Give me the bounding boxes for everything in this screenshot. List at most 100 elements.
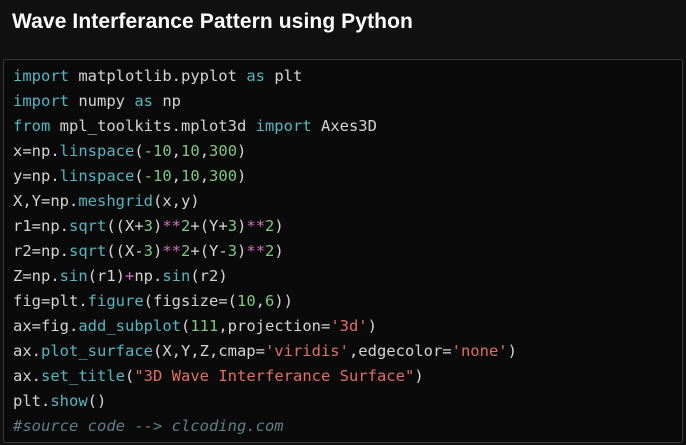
code-token: 3 <box>227 242 238 260</box>
code-token: ( <box>180 317 191 335</box>
code-panel: import matplotlib.pyplot as plt import nu… <box>3 59 683 443</box>
code-token: ) <box>153 217 163 235</box>
code-token: 300 <box>209 167 238 185</box>
code-token: , <box>255 292 265 310</box>
page: Wave Interferance Pattern using Python i… <box>0 0 686 445</box>
code-token: plot_surface <box>41 342 153 360</box>
code-token: ) <box>274 242 284 260</box>
code-token: ) <box>237 242 247 260</box>
code-line: r1=np.sqrt((X+3)**2+(Y+3)**2) <box>13 214 517 239</box>
code-token: 2 <box>265 242 275 260</box>
code-token: figure <box>87 292 144 310</box>
code-line: ax.plot_surface(X,Y,Z,cmap='viridis',edg… <box>13 339 517 364</box>
code-token: 300 <box>209 142 238 160</box>
code-token: () <box>87 392 107 410</box>
code-token: ( <box>134 167 144 185</box>
code-token: , <box>171 167 182 185</box>
code-token: Axes3D <box>311 117 377 135</box>
code-token: , <box>171 142 182 160</box>
code-line: import matplotlib.pyplot as plt <box>13 64 517 89</box>
code-token: ) <box>507 342 517 360</box>
code-token: ( <box>134 142 144 160</box>
code-line: ax.set_title("3D Wave Interferance Surfa… <box>13 364 517 389</box>
code-token: ) <box>237 167 247 185</box>
code-token: ) <box>237 217 247 235</box>
code-token: ax. <box>13 342 41 360</box>
code-token: 3 <box>143 242 153 260</box>
code-token: set_title <box>41 367 125 385</box>
code-token: sin <box>162 267 191 285</box>
code-token: y=np. <box>13 167 60 185</box>
code-token: 'none' <box>451 342 508 360</box>
code-token: np <box>153 92 181 110</box>
code-token: X,Y=np. <box>13 192 79 210</box>
code-line: fig=plt.figure(figsize=(10,6)) <box>13 289 517 314</box>
code-token: , <box>199 167 210 185</box>
code-token: ,projection= <box>218 317 331 335</box>
code-token: ** <box>246 242 266 260</box>
code-token: ) <box>237 142 247 160</box>
code-token: numpy <box>69 92 135 110</box>
code-token: ) <box>153 242 163 260</box>
code-token: np. <box>134 267 163 285</box>
code-line: plt.show() <box>13 389 517 414</box>
code-token: add_subplot <box>78 317 181 335</box>
code-token: (figsize=( <box>143 292 237 310</box>
code-line: X,Y=np.meshgrid(x,y) <box>13 189 517 214</box>
code-token: sqrt <box>69 217 107 235</box>
code-token: ((X+ <box>106 217 144 235</box>
code-token: 10 <box>236 292 256 310</box>
code-token: ) <box>414 367 424 385</box>
code-token: import <box>255 117 312 135</box>
code-token: 3 <box>227 217 238 235</box>
code-token: '3d' <box>330 317 368 335</box>
code-token: sqrt <box>69 242 107 260</box>
page-title: Wave Interferance Pattern using Python <box>12 10 413 33</box>
code-token: meshgrid <box>78 192 153 210</box>
code-token: ) <box>367 317 377 335</box>
code-token: matplotlib.pyplot <box>69 67 247 85</box>
code-token: -10 <box>143 167 172 185</box>
code-token: "3D Wave Interferance Surface" <box>134 367 415 385</box>
code-token: plt. <box>13 392 51 410</box>
code-token: )) <box>274 292 294 310</box>
code-line: import numpy as np <box>13 89 517 114</box>
code-token: (r1) <box>87 267 125 285</box>
code-token: , <box>199 142 210 160</box>
code-token: -10 <box>143 142 172 160</box>
code-line: from mpl_toolkits.mplot3d import Axes3D <box>13 114 517 139</box>
code-token: import <box>13 92 69 110</box>
code-comment: #source code --> clcoding.com <box>13 417 284 435</box>
code-token: 6 <box>265 292 275 310</box>
code-token: ** <box>162 217 182 235</box>
code-token: Z=np. <box>13 267 60 285</box>
code-token: r2=np. <box>13 242 69 260</box>
code-token: linspace <box>59 167 135 185</box>
code-line: ax=fig.add_subplot(111,projection='3d') <box>13 314 517 339</box>
code-token: ( <box>125 367 135 385</box>
code-token: ,edgecolor= <box>348 342 452 360</box>
code-token: sin <box>59 267 88 285</box>
code-line: y=np.linspace(-10,10,300) <box>13 164 517 189</box>
code-token: 111 <box>190 317 219 335</box>
code-token: ((X- <box>106 242 144 260</box>
code-token: (x,y) <box>152 192 200 210</box>
code-token: as <box>246 67 265 85</box>
code-block: import matplotlib.pyplot as plt import nu… <box>13 64 517 439</box>
code-token: import <box>13 67 69 85</box>
code-token: +(Y+ <box>190 217 228 235</box>
code-token: ** <box>246 217 266 235</box>
code-token: r1=np. <box>13 217 69 235</box>
code-token: as <box>134 92 153 110</box>
code-line: Z=np.sin(r1)+np.sin(r2) <box>13 264 517 289</box>
code-token: (X,Y,Z,cmap= <box>152 342 265 360</box>
code-token: 10 <box>181 167 200 185</box>
code-token: 2 <box>181 242 191 260</box>
code-token: linspace <box>59 142 135 160</box>
code-token: mpl_toolkits.mplot3d <box>50 117 256 135</box>
code-token: (r2) <box>190 267 228 285</box>
code-token: 2 <box>181 217 191 235</box>
code-token: + <box>125 267 135 285</box>
code-line: x=np.linspace(-10,10,300) <box>13 139 517 164</box>
code-token: +(Y- <box>190 242 228 260</box>
